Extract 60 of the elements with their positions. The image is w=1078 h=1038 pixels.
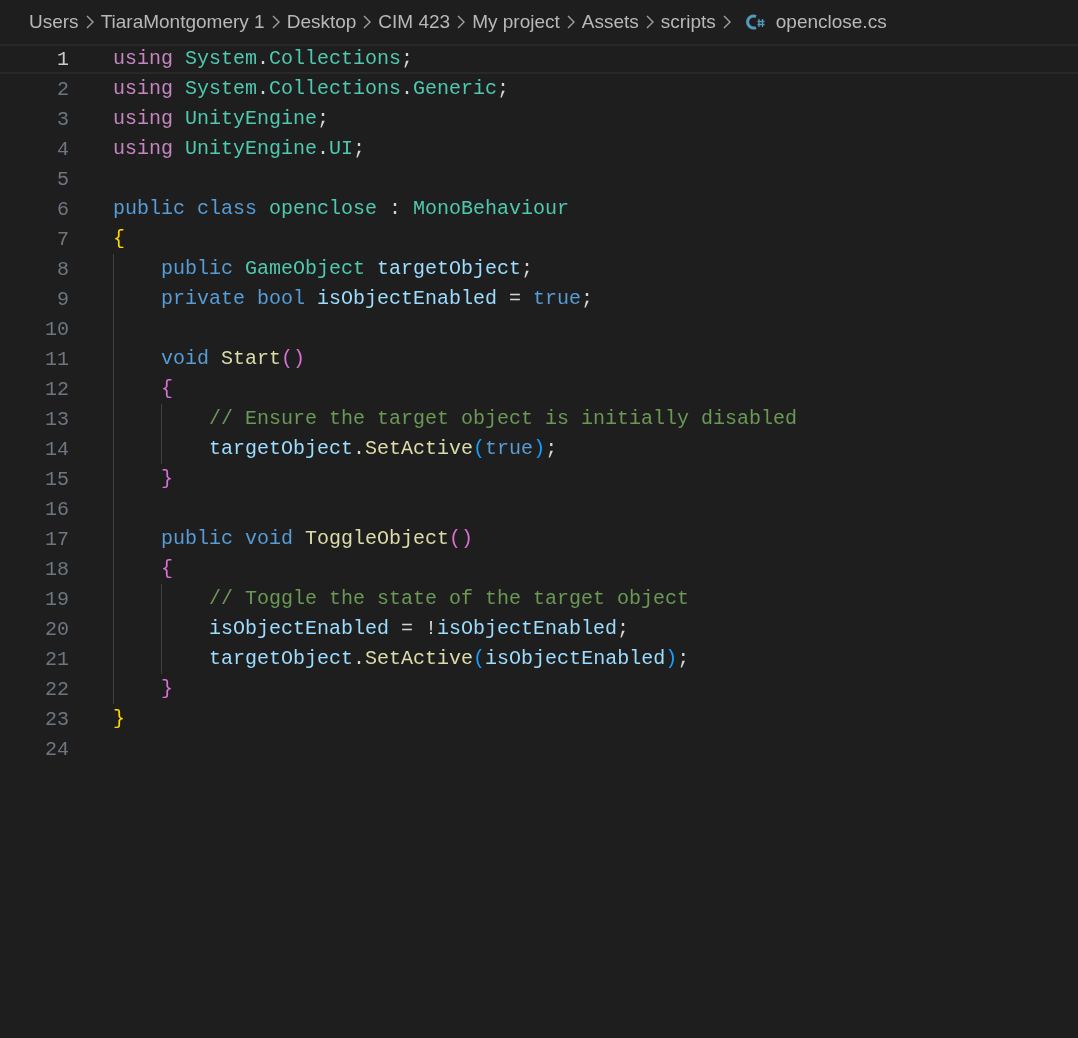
line-number: 15 [44,467,69,491]
chevron-icon [721,15,732,29]
line-number: 8 [56,257,69,281]
chevron-icon [270,15,281,29]
code-line: public GameObject targetObject; [160,257,534,280]
chevron-icon [362,15,373,29]
code-line: targetObject.SetActive(true); [208,437,558,460]
line-number: 14 [44,437,69,461]
code-line: { [160,377,173,400]
breadcrumb-item[interactable]: TiaraMontgomery 1 [100,11,265,33]
line-number: 20 [44,617,69,641]
line-number: 18 [44,557,69,581]
line-number: 4 [56,137,69,161]
line-number: 1 [56,47,69,71]
line-number: 24 [44,737,69,761]
code-line: } [160,467,173,490]
line-number: 5 [56,167,69,191]
breadcrumb-item[interactable]: CIM 423 [378,11,451,33]
code-line: public class openclose : MonoBehaviour [113,197,570,220]
chevron-icon [456,15,467,29]
line-number: 21 [44,647,69,671]
line-number: 11 [44,347,69,371]
code-line: void Start() [160,347,306,370]
code-line: targetObject.SetActive(isObjectEnabled); [208,647,690,670]
line-number: 13 [44,407,69,431]
code-line: using UnityEngine.UI; [113,137,366,160]
code-line: // Ensure the target object is initially disabled [208,407,798,430]
line-number: 16 [44,497,69,521]
code-line: private bool isObjectEnabled = true; [160,287,594,310]
breadcrumb-item[interactable]: scripts [660,11,716,33]
chevron-icon [84,15,95,29]
code-line: } [160,677,173,700]
line-number: 12 [44,377,69,401]
breadcrumb-item[interactable]: Assets [581,11,639,33]
code-line: using System.Collections; [113,47,414,70]
code-line: isObjectEnabled = !isObjectEnabled; [208,617,630,640]
code-line: } [113,707,125,730]
line-number: 7 [56,227,69,251]
file-type-icon [745,13,766,31]
line-number: 6 [56,197,69,221]
line-number: 19 [44,587,69,611]
code-line: { [113,227,125,250]
line-number: 23 [44,707,69,731]
breadcrumb-item[interactable]: Desktop [286,11,357,33]
line-number: 9 [56,287,69,311]
breadcrumb-item[interactable]: My project [472,11,560,33]
line-number: 22 [44,677,69,701]
breadcrumb-item[interactable]: openclose.cs [775,11,887,33]
code-line: // Toggle the state of the target object [208,587,690,610]
chevron-icon [565,15,576,29]
code-line: using System.Collections.Generic; [113,77,510,100]
breadcrumb-item[interactable]: Users [29,11,79,33]
code-line: public void ToggleObject() [160,527,474,550]
line-number: 2 [56,77,69,101]
line-number: 3 [56,107,69,131]
chevron-icon [644,15,655,29]
line-number: 10 [44,317,69,341]
code-line: { [160,557,173,580]
code-line: using UnityEngine; [113,107,330,130]
line-number: 17 [44,527,69,551]
